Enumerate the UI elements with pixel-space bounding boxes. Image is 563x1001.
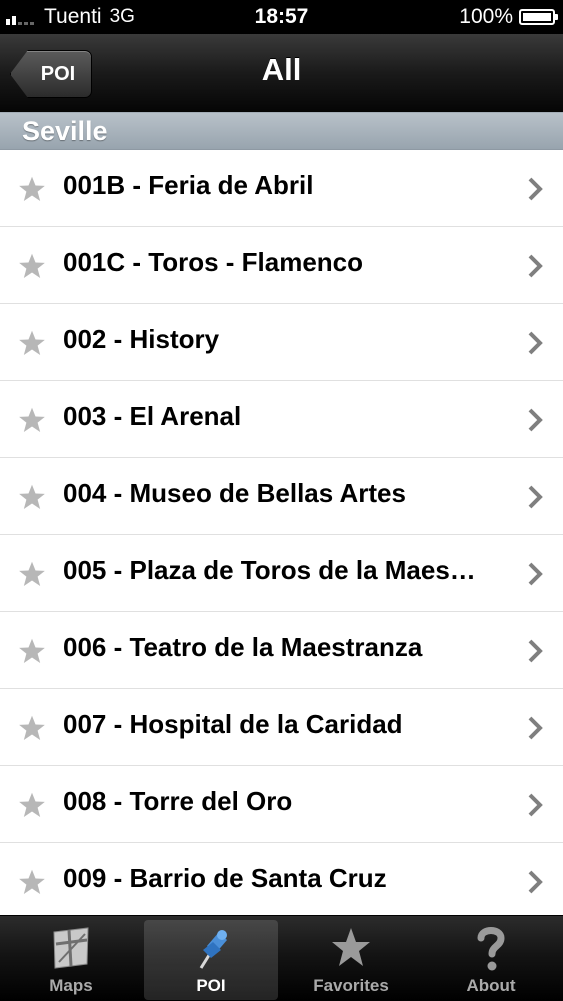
star-icon[interactable] xyxy=(18,791,46,819)
status-right: 100% xyxy=(459,5,558,29)
chevron-right-icon xyxy=(528,716,543,740)
list-item-label: 001B - Feria de Abril xyxy=(63,170,314,200)
tab-maps[interactable]: Maps xyxy=(4,920,138,1000)
question-icon xyxy=(477,927,505,971)
chevron-right-icon xyxy=(528,562,543,586)
tab-bar: Maps POI Favorites About xyxy=(0,915,563,1001)
chevron-right-icon xyxy=(528,793,543,817)
list-item-label: 004 - Museo de Bellas Artes xyxy=(63,478,406,508)
star-icon[interactable] xyxy=(18,714,46,742)
star-icon[interactable] xyxy=(18,252,46,280)
status-bar: Tuenti 3G 18:57 100% xyxy=(0,0,563,34)
poi-list: 001B - Feria de Abril 001C - Toros - Fla… xyxy=(0,150,563,920)
list-item-label: 005 - Plaza de Toros de la Maes… xyxy=(63,555,476,585)
list-item[interactable]: 006 - Teatro de la Maestranza xyxy=(0,612,563,689)
star-icon[interactable] xyxy=(18,175,46,203)
star-icon[interactable] xyxy=(18,483,46,511)
tab-label: Maps xyxy=(49,976,93,995)
battery-icon xyxy=(519,9,558,25)
list-item-label: 007 - Hospital de la Caridad xyxy=(63,709,403,739)
chevron-right-icon xyxy=(528,254,543,278)
section-header: Seville xyxy=(0,112,563,150)
list-item[interactable]: 007 - Hospital de la Caridad xyxy=(0,689,563,766)
chevron-right-icon xyxy=(528,408,543,432)
list-item[interactable]: 008 - Torre del Oro xyxy=(0,766,563,843)
list-item[interactable]: 002 - History xyxy=(0,304,563,381)
list-item[interactable]: 004 - Museo de Bellas Artes xyxy=(0,458,563,535)
list-item[interactable]: 001C - Toros - Flamenco xyxy=(0,227,563,304)
tab-poi[interactable]: POI xyxy=(144,920,278,1000)
list-item[interactable]: 005 - Plaza de Toros de la Maes… xyxy=(0,535,563,612)
tab-favorites[interactable]: Favorites xyxy=(284,920,418,1000)
star-icon[interactable] xyxy=(18,329,46,357)
chevron-right-icon xyxy=(528,485,543,509)
star-icon[interactable] xyxy=(18,868,46,896)
page-title: All xyxy=(261,52,302,87)
chevron-right-icon xyxy=(528,331,543,355)
star-icon[interactable] xyxy=(18,560,46,588)
list-item-label: 002 - History xyxy=(63,324,220,354)
list-item-label: 009 - Barrio de Santa Cruz xyxy=(63,863,387,893)
chevron-right-icon xyxy=(528,639,543,663)
star-icon[interactable] xyxy=(18,637,46,665)
pushpin-icon xyxy=(199,930,227,969)
tab-label: Favorites xyxy=(313,976,389,995)
tab-label: About xyxy=(466,976,516,995)
star-icon xyxy=(332,928,370,966)
tab-label: POI xyxy=(196,976,226,995)
list-item-label: 003 - El Arenal xyxy=(63,401,242,431)
list-item[interactable]: 001B - Feria de Abril xyxy=(0,150,563,227)
navigation-bar: POI All xyxy=(0,34,563,113)
battery-percent: 100% xyxy=(459,5,513,28)
list-item-label: 008 - Torre del Oro xyxy=(63,786,293,816)
map-icon xyxy=(53,927,89,969)
list-item-label: 001C - Toros - Flamenco xyxy=(63,247,364,277)
tab-about[interactable]: About xyxy=(424,920,558,1000)
chevron-right-icon xyxy=(528,870,543,894)
section-title: Seville xyxy=(22,116,108,146)
list-item[interactable]: 003 - El Arenal xyxy=(0,381,563,458)
list-item[interactable]: 009 - Barrio de Santa Cruz xyxy=(0,843,563,920)
star-icon[interactable] xyxy=(18,406,46,434)
chevron-right-icon xyxy=(528,177,543,201)
list-item-label: 006 - Teatro de la Maestranza xyxy=(63,632,423,662)
